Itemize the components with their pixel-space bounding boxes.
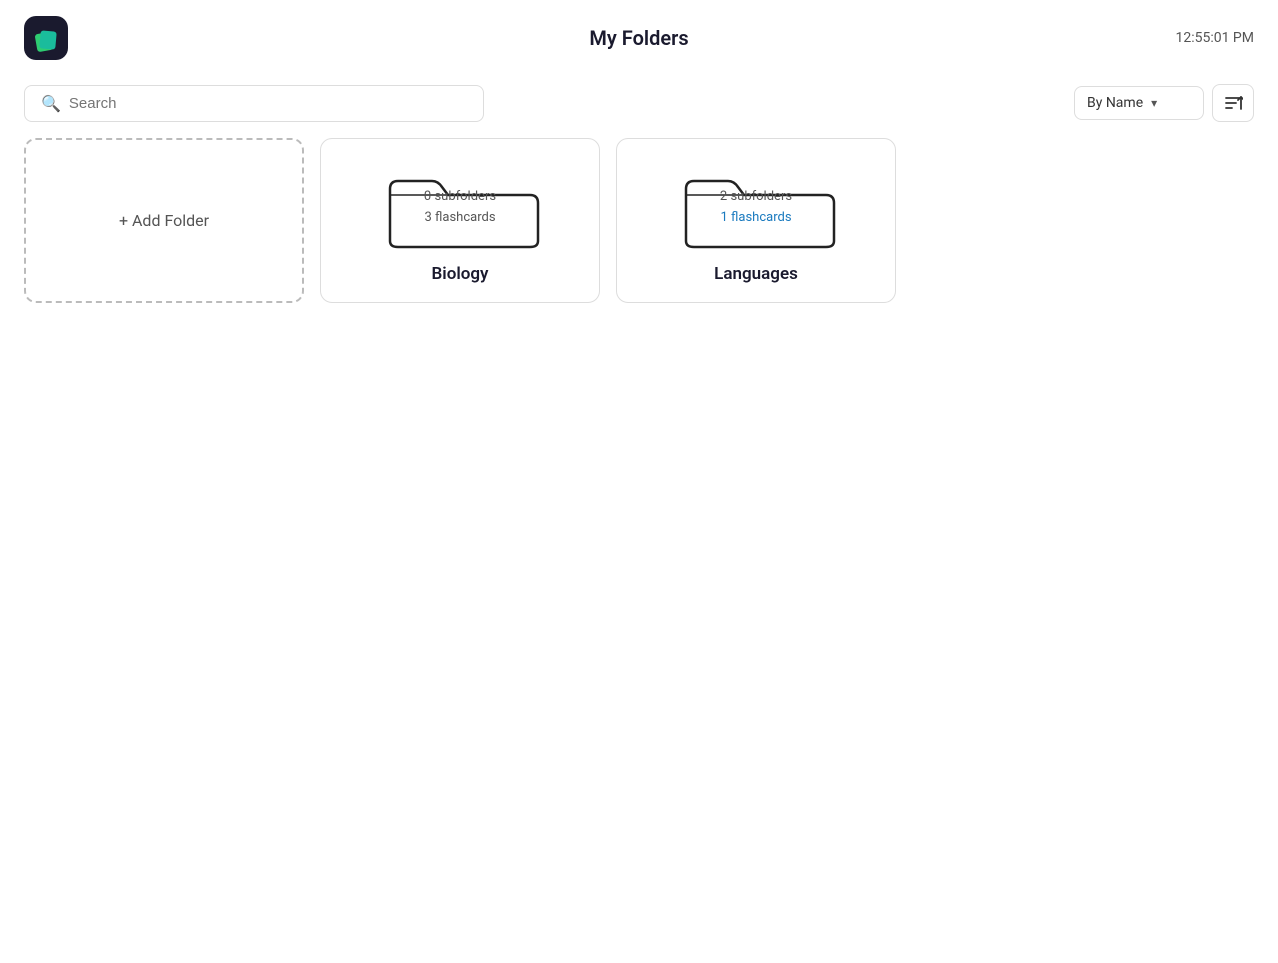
search-icon: 🔍	[41, 94, 61, 113]
biology-folder-name: Biology	[432, 264, 489, 284]
toolbar: 🔍 By Name ▾	[0, 76, 1278, 138]
header-time: 12:55:01 PM	[1175, 30, 1254, 46]
header: My Folders 12:55:01 PM	[0, 0, 1278, 76]
sort-controls: By Name ▾	[1074, 84, 1254, 122]
add-folder-label: + Add Folder	[119, 211, 209, 230]
search-box[interactable]: 🔍	[24, 85, 484, 122]
add-folder-card[interactable]: + Add Folder	[24, 138, 304, 303]
biology-subfolders: 0 subfolders	[424, 187, 496, 208]
folder-stats-biology: 0 subfolders 3 flashcards	[424, 187, 496, 229]
sort-dropdown[interactable]: By Name ▾	[1074, 86, 1204, 120]
search-input[interactable]	[69, 95, 467, 112]
folder-card-languages[interactable]: 2 subfolders 1 flashcards Languages	[616, 138, 896, 303]
biology-flashcards: 3 flashcards	[424, 208, 496, 229]
languages-subfolders: 2 subfolders	[720, 187, 792, 208]
folder-stats-languages: 2 subfolders 1 flashcards	[720, 187, 792, 229]
sort-label: By Name	[1087, 95, 1143, 111]
chevron-down-icon: ▾	[1151, 96, 1157, 110]
sort-order-button[interactable]	[1212, 84, 1254, 122]
folder-card-biology[interactable]: 0 subfolders 3 flashcards Biology	[320, 138, 600, 303]
app-logo[interactable]	[24, 16, 68, 60]
languages-folder-name: Languages	[714, 264, 798, 284]
page-title: My Folders	[589, 26, 688, 50]
folder-grid: + Add Folder 0 subfolders 3 flashcards B…	[0, 138, 1278, 319]
languages-flashcards: 1 flashcards	[720, 208, 792, 229]
sort-order-icon	[1223, 93, 1243, 113]
